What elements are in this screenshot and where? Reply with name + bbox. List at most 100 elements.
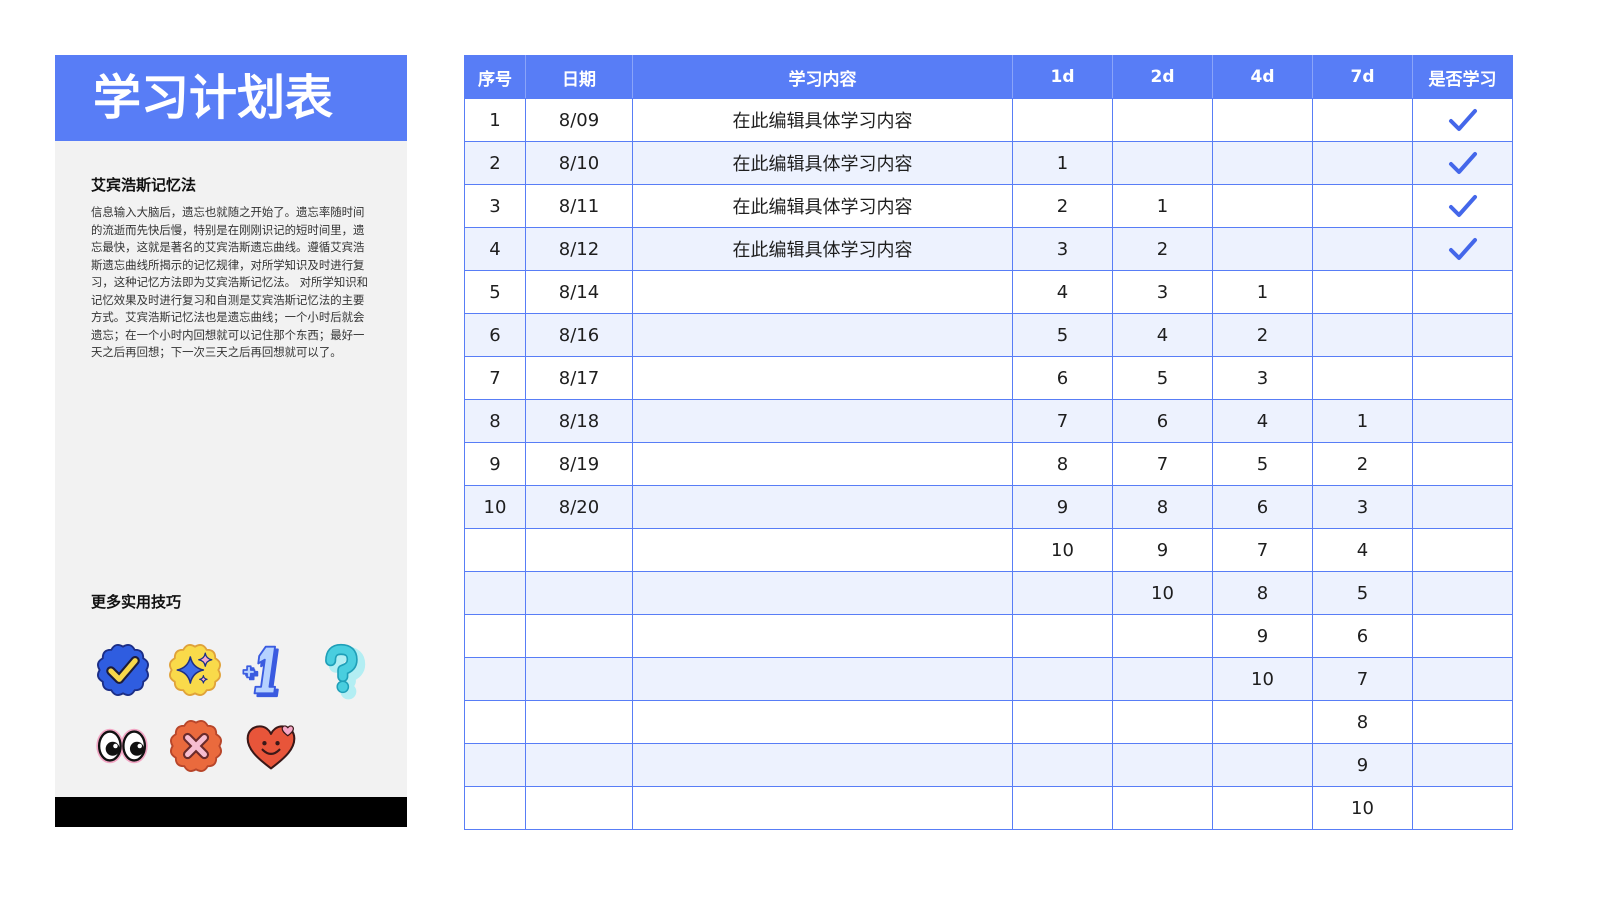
- cell-studied[interactable]: [1412, 786, 1513, 830]
- cell-4d: [1212, 786, 1313, 830]
- cell-content[interactable]: [632, 313, 1013, 357]
- table-row: 8: [464, 700, 1513, 744]
- cell-date: 8/10: [525, 141, 633, 185]
- cell-2d: 9: [1112, 528, 1213, 572]
- cell-studied[interactable]: [1412, 313, 1513, 357]
- cell-studied[interactable]: [1412, 98, 1513, 142]
- cell-1d: [1012, 657, 1113, 701]
- col-header-no: 序号: [464, 55, 526, 99]
- cell-1d: 3: [1012, 227, 1113, 271]
- cell-4d: 6: [1212, 485, 1313, 529]
- cell-date: [525, 700, 633, 744]
- cell-content[interactable]: [632, 528, 1013, 572]
- cell-studied[interactable]: [1412, 571, 1513, 615]
- cell-4d: 1: [1212, 270, 1313, 314]
- col-header-2d: 2d: [1112, 55, 1213, 99]
- cell-date: 8/18: [525, 399, 633, 443]
- cell-1d: 10: [1012, 528, 1113, 572]
- cell-no: 1: [464, 98, 526, 142]
- cell-2d: 8: [1112, 485, 1213, 529]
- cell-no: 4: [464, 227, 526, 271]
- cell-content[interactable]: 在此编辑具体学习内容: [632, 141, 1013, 185]
- cell-studied[interactable]: [1412, 657, 1513, 701]
- cell-studied[interactable]: [1412, 442, 1513, 486]
- cell-content[interactable]: 在此编辑具体学习内容: [632, 184, 1013, 228]
- eyes-icon[interactable]: [94, 718, 150, 774]
- sparkle-badge-icon[interactable]: [167, 642, 223, 698]
- cell-studied[interactable]: [1412, 356, 1513, 400]
- cell-studied[interactable]: [1412, 614, 1513, 658]
- cell-2d: [1112, 98, 1213, 142]
- table-row: 10 9 7 4: [464, 528, 1513, 572]
- cell-studied[interactable]: [1412, 485, 1513, 529]
- cell-content[interactable]: [632, 442, 1013, 486]
- cell-no: [464, 528, 526, 572]
- cell-content[interactable]: 在此编辑具体学习内容: [632, 227, 1013, 271]
- cell-studied[interactable]: [1412, 227, 1513, 271]
- cell-7d: [1312, 141, 1413, 185]
- cell-1d: 1: [1012, 141, 1113, 185]
- cell-no: [464, 786, 526, 830]
- cell-7d: [1312, 184, 1413, 228]
- cell-studied[interactable]: [1412, 528, 1513, 572]
- cell-date: 8/14: [525, 270, 633, 314]
- cell-date: [525, 528, 633, 572]
- cell-content[interactable]: [632, 571, 1013, 615]
- table-row: 10 8/20 9 8 6 3: [464, 485, 1513, 529]
- table-row: 10 8 5: [464, 571, 1513, 615]
- cell-7d: 3: [1312, 485, 1413, 529]
- check-icon: [1448, 152, 1477, 174]
- col-header-content: 学习内容: [632, 55, 1013, 99]
- cell-content[interactable]: [632, 270, 1013, 314]
- cell-4d: 5: [1212, 442, 1313, 486]
- cell-no: 9: [464, 442, 526, 486]
- cell-4d: 10: [1212, 657, 1313, 701]
- cell-date: 8/16: [525, 313, 633, 357]
- cell-1d: [1012, 743, 1113, 787]
- cell-2d: [1112, 786, 1213, 830]
- cell-no: 10: [464, 485, 526, 529]
- col-header-date: 日期: [525, 55, 633, 99]
- cell-7d: [1312, 356, 1413, 400]
- cell-4d: [1212, 184, 1313, 228]
- cell-content[interactable]: [632, 614, 1013, 658]
- cell-studied[interactable]: [1412, 743, 1513, 787]
- check-icon: [1448, 238, 1477, 260]
- cell-studied[interactable]: [1412, 184, 1513, 228]
- cell-content[interactable]: [632, 786, 1013, 830]
- cell-no: [464, 571, 526, 615]
- cell-studied[interactable]: [1412, 270, 1513, 314]
- cell-content[interactable]: [632, 356, 1013, 400]
- cell-content[interactable]: 在此编辑具体学习内容: [632, 98, 1013, 142]
- cell-2d: 10: [1112, 571, 1213, 615]
- tips-heading: 更多实用技巧: [91, 593, 182, 611]
- cell-4d: 9: [1212, 614, 1313, 658]
- plus-one-icon[interactable]: [234, 642, 290, 698]
- cell-4d: [1212, 141, 1313, 185]
- smiling-heart-icon[interactable]: [243, 718, 299, 774]
- cell-content[interactable]: [632, 700, 1013, 744]
- cell-2d: [1112, 657, 1213, 701]
- cell-1d: [1012, 786, 1113, 830]
- cross-badge-icon[interactable]: [168, 718, 224, 774]
- check-icon: [1448, 195, 1477, 217]
- cell-date: 8/20: [525, 485, 633, 529]
- cell-4d: 3: [1212, 356, 1313, 400]
- cell-7d: 7: [1312, 657, 1413, 701]
- col-header-studied: 是否学习: [1412, 55, 1513, 99]
- check-badge-icon[interactable]: [95, 642, 151, 698]
- cell-date: 8/11: [525, 184, 633, 228]
- cell-content[interactable]: [632, 657, 1013, 701]
- question-mark-icon[interactable]: [312, 642, 368, 700]
- cell-studied[interactable]: [1412, 141, 1513, 185]
- cell-studied[interactable]: [1412, 399, 1513, 443]
- cell-7d: 9: [1312, 743, 1413, 787]
- cell-date: 8/12: [525, 227, 633, 271]
- cell-studied[interactable]: [1412, 700, 1513, 744]
- cell-1d: 5: [1012, 313, 1113, 357]
- cell-content[interactable]: [632, 485, 1013, 529]
- table-row: 1 8/09 在此编辑具体学习内容: [464, 98, 1513, 142]
- cell-content[interactable]: [632, 399, 1013, 443]
- cell-content[interactable]: [632, 743, 1013, 787]
- cell-4d: 2: [1212, 313, 1313, 357]
